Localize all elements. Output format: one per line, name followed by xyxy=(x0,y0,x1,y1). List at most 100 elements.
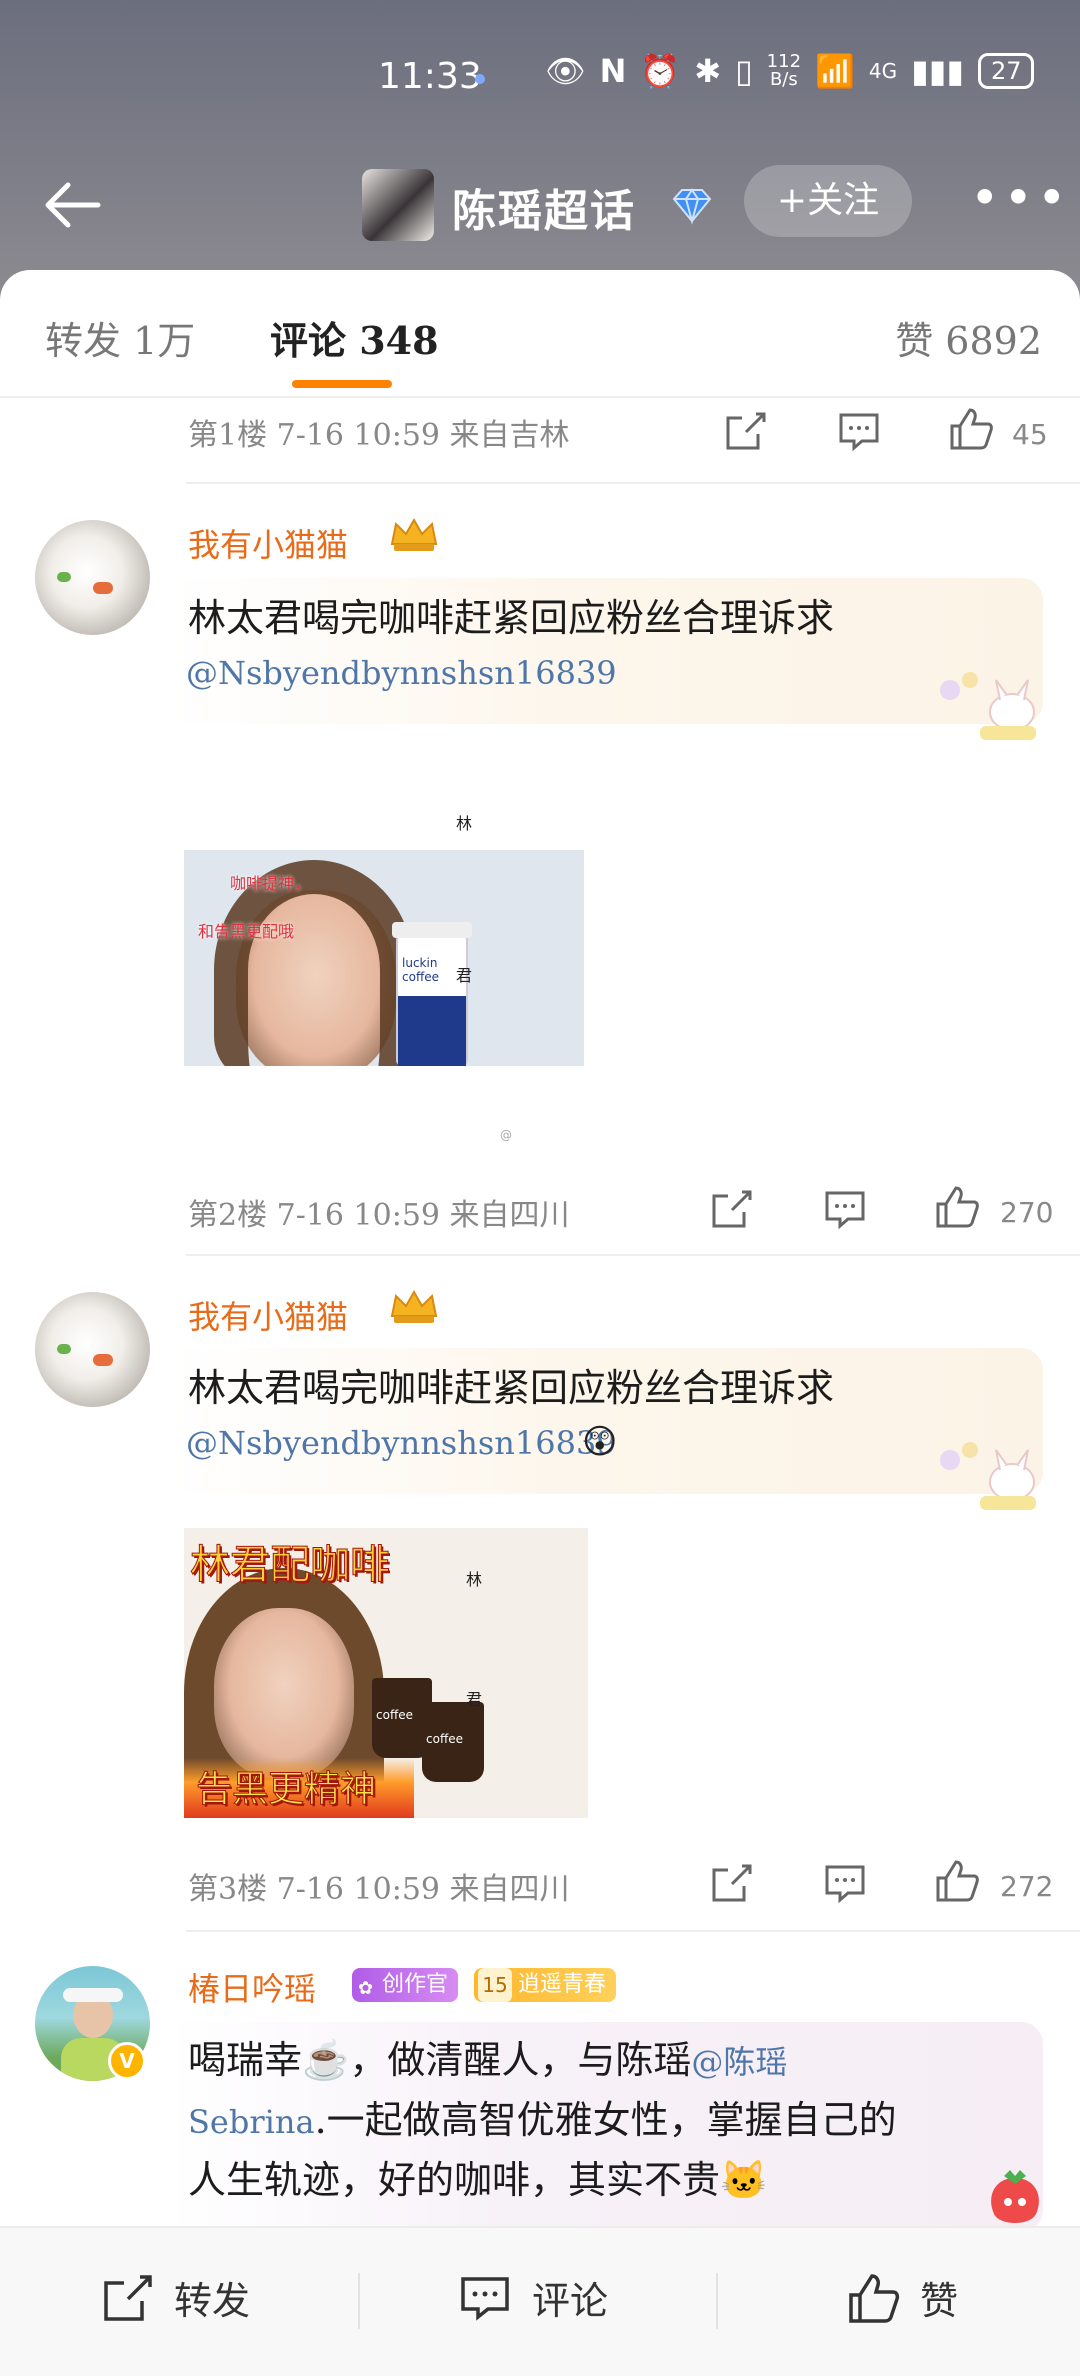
eye-icon: 👁 xyxy=(545,52,586,90)
meme-caption: 咖啡提神， xyxy=(230,874,311,893)
wifi-icon: 📶 xyxy=(815,52,855,90)
floor-meta: 第1楼 7-16 10:59 来自吉林 xyxy=(188,418,570,453)
like-label: 赞 xyxy=(920,2279,959,2323)
follow-button[interactable]: +关注 xyxy=(744,165,912,237)
like-button[interactable]: 赞 xyxy=(846,2270,958,2325)
watermark: @ xyxy=(500,1128,512,1142)
cup-label: coffee xyxy=(376,1708,413,1722)
meme-caption: 林君配咖啡 xyxy=(190,1542,390,1589)
username[interactable]: 我有小猫猫 xyxy=(188,1292,348,1338)
meme-face xyxy=(214,1608,354,1778)
divider xyxy=(186,1930,1080,1932)
divider xyxy=(186,482,1080,484)
status-icons: 👁 N ⏰ ✱ ▯ 112 B/s 📶 4G ▮▮▮ 27 xyxy=(545,52,1035,90)
username[interactable]: 椿日吟瑶 xyxy=(188,1964,316,2010)
tab-like[interactable]: 赞 6892 xyxy=(895,310,1042,365)
floor-meta: 第3楼 7-16 10:59 来自四川 xyxy=(188,1872,570,1907)
alarm-icon: ⏰ xyxy=(640,52,681,90)
share-icon xyxy=(726,412,766,450)
vibrate-icon: ▯ xyxy=(735,52,753,90)
like-button[interactable] xyxy=(948,406,994,456)
like-count: 45 xyxy=(1012,418,1048,451)
like-count: 272 xyxy=(1000,1870,1054,1903)
meme-caption: 和告黑更配哦 xyxy=(198,922,295,941)
bluetooth-icon: ✱ xyxy=(694,52,722,90)
coffee-cup-icon: coffee xyxy=(422,1702,484,1782)
share-button[interactable] xyxy=(708,1186,754,1236)
comment-text: Sebrina.一起做高智优雅女性，掌握自己的 xyxy=(188,2092,897,2150)
back-button[interactable] xyxy=(40,177,110,237)
repost-button[interactable]: 转发 xyxy=(100,2270,250,2325)
cat-nose xyxy=(93,1354,113,1366)
comment-icon xyxy=(825,1191,865,1230)
signal-label: 4G xyxy=(868,59,898,83)
bunny-sticker-icon xyxy=(940,1442,1036,1510)
topic-avatar[interactable] xyxy=(362,169,434,241)
meme-char: 林 xyxy=(456,814,473,833)
creator-badge[interactable]: ✿ 创作官 xyxy=(352,1968,459,2002)
badge-label: 逍遥青春 xyxy=(518,1972,607,1997)
battery-icon: 27 xyxy=(977,53,1035,89)
notification-dot-icon xyxy=(475,74,485,84)
cell-signal-icon: ▮▮▮ xyxy=(911,52,964,90)
thumbs-up-icon xyxy=(950,408,993,450)
comment-text-line: .一起做高智优雅女性，掌握自己的 xyxy=(314,2098,897,2142)
cup-lid xyxy=(392,922,472,938)
meme-char: 君 xyxy=(456,966,473,985)
arrow-left-icon xyxy=(45,182,101,228)
net-speed-unit: B/s xyxy=(769,69,798,90)
mention-link[interactable]: @Nsbyendbynnshsn16839 xyxy=(186,654,617,692)
more-icon[interactable]: ••• xyxy=(970,173,1066,233)
comment-text: 喝瑞幸☕️，做清醒人，与陈瑶@陈瑶 xyxy=(188,2032,787,2090)
repost-label: 转发 xyxy=(174,2279,251,2323)
like-button[interactable] xyxy=(934,1858,980,1908)
mention-link[interactable]: @Nsbyendbynnshsn16839 xyxy=(186,1424,617,1462)
bottom-action-bar: 转发 评论 赞 xyxy=(0,2226,1080,2376)
cat-nose xyxy=(93,582,113,594)
tab-repost[interactable]: 转发 1万 xyxy=(45,310,195,365)
nav-bar: 陈瑶超话 +关注 ••• xyxy=(0,165,1080,245)
comment-label: 评论 xyxy=(532,2279,609,2323)
thumbs-up-icon xyxy=(936,1860,979,1902)
comment-icon xyxy=(825,1865,865,1904)
thumbs-up-icon xyxy=(849,2273,900,2323)
badge-level: 15 xyxy=(478,1968,512,2002)
badge-logo-icon: ✿ xyxy=(358,1978,374,1999)
mention-link[interactable]: @陈瑶 xyxy=(691,2043,787,2081)
divider xyxy=(716,2273,718,2329)
avatar[interactable] xyxy=(35,520,150,635)
tab-bar: 转发 1万 评论 348 赞 6892 xyxy=(0,270,1080,398)
reply-button[interactable] xyxy=(822,1860,868,1910)
header-background: 11:33 👁 N ⏰ ✱ ▯ 112 B/s 📶 4G ▮▮▮ 27 陈瑶超话 xyxy=(0,0,1080,300)
username[interactable]: 我有小猫猫 xyxy=(188,520,348,566)
mention-link[interactable]: Sebrina xyxy=(188,2103,315,2141)
fan-level-badge[interactable]: 15 逍遥青春 xyxy=(474,1968,617,2002)
diamond-icon xyxy=(672,188,712,225)
meme-caption: 告黑更精神 xyxy=(196,1769,377,1811)
comment-sheet: 转发 1万 评论 348 赞 6892 第1楼 7-16 10:59 来自吉林 … xyxy=(0,270,1080,2376)
avatar[interactable] xyxy=(35,1292,150,1407)
comment-icon xyxy=(461,2276,509,2321)
reply-button[interactable] xyxy=(822,1186,868,1236)
like-count: 270 xyxy=(1000,1196,1054,1229)
share-icon xyxy=(104,2274,152,2321)
floor-meta: 第2楼 7-16 10:59 来自四川 xyxy=(188,1198,570,1233)
verified-badge-icon: V xyxy=(108,2042,146,2080)
share-button[interactable] xyxy=(708,1860,754,1910)
topic-title[interactable]: 陈瑶超话 xyxy=(452,175,636,239)
divider xyxy=(358,2273,360,2329)
share-icon xyxy=(712,1864,752,1902)
tab-comment[interactable]: 评论 348 xyxy=(270,310,439,365)
share-button[interactable] xyxy=(722,408,768,458)
net-speed: 112 B/s xyxy=(767,53,801,89)
crown-icon xyxy=(390,517,438,551)
badge-label: 创作官 xyxy=(382,1972,449,1997)
reply-button[interactable] xyxy=(836,408,882,458)
status-bar: 11:33 👁 N ⏰ ✱ ▯ 112 B/s 📶 4G ▮▮▮ 27 xyxy=(0,50,1080,110)
comment-button[interactable]: 评论 xyxy=(458,2270,608,2325)
avatar-visor xyxy=(63,1988,123,2002)
like-button[interactable] xyxy=(934,1184,980,1234)
leaf-icon xyxy=(57,572,71,582)
meme-char: 林 xyxy=(466,1570,483,1589)
tab-indicator xyxy=(292,380,392,388)
